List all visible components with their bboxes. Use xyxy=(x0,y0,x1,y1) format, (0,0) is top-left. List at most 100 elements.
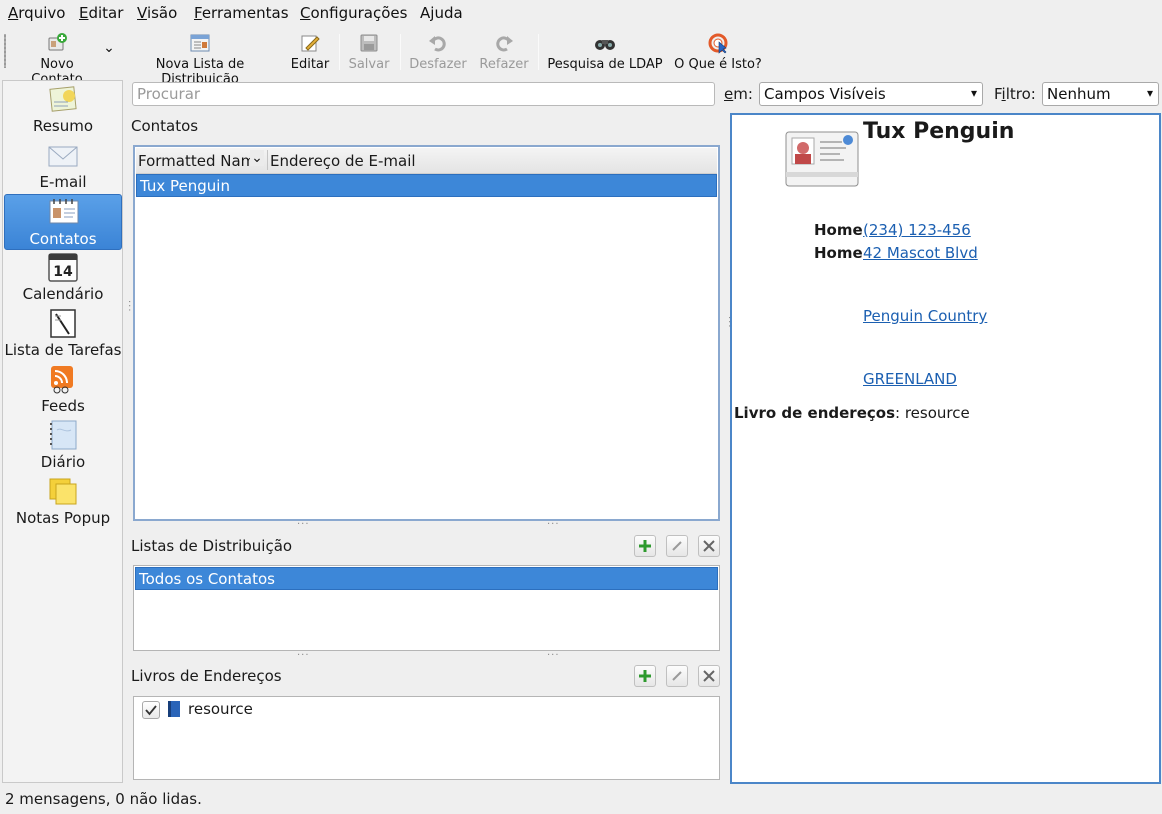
new-contact-dropdown-arrow[interactable]: ⌄ xyxy=(102,40,116,84)
summary-icon xyxy=(49,86,77,112)
filter-value: Nenhum xyxy=(1047,85,1111,103)
todo-icon xyxy=(50,309,76,338)
checkmark-icon xyxy=(145,705,157,716)
journal-icon xyxy=(50,420,77,450)
contact-card-icon xyxy=(785,131,859,187)
menu-editar-rest: ditar xyxy=(88,4,124,22)
menu-ferramentas-rest: erramentas xyxy=(201,4,289,22)
toolbar-separator xyxy=(339,34,340,70)
sidebar-item-label: Notas Popup xyxy=(15,509,111,527)
whats-this-icon xyxy=(708,33,728,54)
save-label: Salvar xyxy=(348,57,390,72)
edit-distribution-list-button[interactable] xyxy=(666,535,688,557)
edit-icon xyxy=(301,35,320,52)
new-distribution-list-button[interactable]: Nova Lista de Distribuição xyxy=(120,32,280,87)
sidebar-item-contatos[interactable]: Contatos xyxy=(4,194,122,250)
filter-select[interactable]: Nenhum ▾ xyxy=(1042,82,1159,106)
address-street-link[interactable]: 42 Mascot Blvd xyxy=(863,244,978,262)
address-country-link[interactable]: GREENLAND xyxy=(863,370,957,388)
splitter-handle[interactable]: ··· xyxy=(297,519,310,530)
address-label: Home xyxy=(814,244,863,262)
sidebar-item-feeds[interactable]: Feeds xyxy=(4,362,122,418)
search-field-value: Campos Visíveis xyxy=(764,85,886,103)
whats-this-button[interactable]: O Que é Isto? xyxy=(672,32,764,76)
save-icon xyxy=(360,34,378,52)
add-distribution-list-button[interactable] xyxy=(634,535,656,557)
redo-label: Refazer xyxy=(479,57,529,72)
edit-icon xyxy=(672,671,682,681)
save-button[interactable]: Salvar xyxy=(347,32,391,76)
contacts-icon xyxy=(49,199,79,224)
undo-icon xyxy=(429,36,446,52)
menu-ferramentas[interactable]: Ferramentas xyxy=(194,4,289,22)
sidebar-item-resumo[interactable]: Resumo xyxy=(4,82,122,138)
undo-label: Desfazer xyxy=(409,57,467,72)
column-header-name[interactable]: Formatted Nam xyxy=(138,152,264,170)
column-divider[interactable] xyxy=(267,150,268,170)
column-header-email[interactable]: Endereço de E-mail xyxy=(270,152,416,170)
search-field-mnemonic: e xyxy=(724,85,734,103)
menu-arquivo[interactable]: Arquivo xyxy=(8,4,65,22)
edit-button[interactable]: Editar xyxy=(289,32,331,76)
splitter-handle[interactable]: ··· xyxy=(547,650,560,661)
edit-address-book-button[interactable] xyxy=(666,665,688,687)
chevron-down-icon[interactable]: ⌄ xyxy=(250,150,264,166)
search-field-select[interactable]: Campos Visíveis ▾ xyxy=(759,82,983,106)
ldap-search-label: Pesquisa de LDAP xyxy=(547,57,663,72)
distribution-lists-list[interactable]: Todos os Contatos xyxy=(133,565,720,651)
distribution-list-label: Todos os Contatos xyxy=(139,570,275,588)
undo-button[interactable]: Desfazer xyxy=(408,32,468,76)
search-field-label-rest: m: xyxy=(733,85,753,103)
remove-address-book-button[interactable] xyxy=(698,665,720,687)
phone-link[interactable]: (234) 123-456 xyxy=(863,221,971,239)
sidebar-item-label: Contatos xyxy=(29,230,97,248)
sidebar-item-tarefas[interactable]: Lista de Tarefas xyxy=(4,306,122,362)
add-icon xyxy=(639,670,651,682)
redo-icon xyxy=(496,36,513,52)
menu-visao[interactable]: Visão xyxy=(137,4,177,22)
toolbar: Novo Contato ⌄ Nova Lista de Distribuiçã… xyxy=(0,26,1162,87)
add-address-book-button[interactable] xyxy=(634,665,656,687)
remove-distribution-list-button[interactable] xyxy=(698,535,720,557)
sidebar-item-notas[interactable]: Notas Popup xyxy=(4,474,122,530)
toolbar-separator xyxy=(400,34,401,70)
splitter-handle[interactable]: ··· xyxy=(297,650,310,661)
sidebar-item-calendario[interactable]: 14 Calendário xyxy=(4,250,122,306)
menu-ajuda-a: A xyxy=(420,4,431,22)
splitter-handle[interactable]: ··· xyxy=(547,519,560,530)
address-books-list[interactable]: resource xyxy=(133,696,720,780)
menu-configuracoes[interactable]: Configurações xyxy=(300,4,407,22)
toolbar-grip[interactable] xyxy=(4,34,6,68)
sidebar-item-label: E-mail xyxy=(39,173,87,191)
edit-icon xyxy=(672,541,682,551)
menubar: Arquivo Editar Visão Ferramentas Configu… xyxy=(0,0,1162,26)
menu-ajuda[interactable]: Ajuda xyxy=(420,4,463,22)
address-region-link[interactable]: Penguin Country xyxy=(863,307,987,325)
notes-icon xyxy=(49,478,77,505)
menu-visao-rest: isão xyxy=(146,4,178,22)
phone-label: Home xyxy=(814,221,863,239)
search-input[interactable]: Procurar xyxy=(132,82,715,106)
contact-name: Tux Penguin xyxy=(863,119,1015,144)
status-bar: 2 mensagens, 0 não lidas. xyxy=(5,790,202,808)
list-item[interactable]: Todos os Contatos xyxy=(135,567,718,590)
address-book-checkbox[interactable] xyxy=(142,701,160,719)
sidebar-item-email[interactable]: E-mail xyxy=(4,138,122,194)
table-row[interactable]: Tux Penguin xyxy=(136,174,717,197)
address-books-title: Livros de Endereços xyxy=(131,667,282,685)
new-contact-icon xyxy=(48,33,67,51)
menu-arquivo-mnemonic: A xyxy=(8,4,19,22)
filter-label: Filtro: xyxy=(994,85,1036,103)
contact-name-cell: Tux Penguin xyxy=(140,177,230,195)
mail-icon xyxy=(48,146,78,167)
distribution-list-icon xyxy=(190,34,210,52)
contacts-list[interactable]: Formatted Nam ⌄ Endereço de E-mail Tux P… xyxy=(133,145,720,521)
sidebar-item-diario[interactable]: Diário xyxy=(4,418,122,474)
ldap-search-button[interactable]: Pesquisa de LDAP xyxy=(546,32,664,76)
menu-editar[interactable]: Editar xyxy=(79,4,123,22)
binoculars-icon xyxy=(595,40,615,50)
whats-this-label: O Que é Isto? xyxy=(674,57,762,72)
new-contact-button[interactable]: Novo Contato xyxy=(14,32,100,87)
redo-button[interactable]: Refazer xyxy=(476,32,532,76)
column-header-name-label: Formatted Nam xyxy=(138,152,256,170)
